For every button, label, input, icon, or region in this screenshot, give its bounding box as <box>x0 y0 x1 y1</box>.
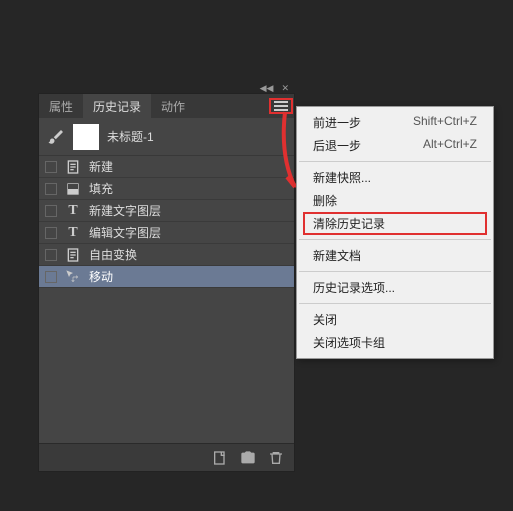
menu-back[interactable]: 后退一步Alt+Ctrl+Z <box>297 134 493 157</box>
history-label: 填充 <box>89 180 113 197</box>
panel-tabs: 属性 历史记录 动作 <box>39 94 294 118</box>
history-checkbox[interactable] <box>45 161 57 173</box>
history-row[interactable]: 新建 <box>39 156 294 178</box>
menu-new-document[interactable]: 新建文档 <box>297 244 493 267</box>
camera-icon[interactable] <box>240 450 256 466</box>
history-label: 自由变换 <box>89 246 137 263</box>
menu-forward[interactable]: 前进一步Shift+Ctrl+Z <box>297 111 493 134</box>
text-icon: T <box>65 225 81 241</box>
text-icon: T <box>65 203 81 219</box>
new-doc-icon[interactable] <box>212 450 228 466</box>
history-row[interactable]: T 编辑文字图层 <box>39 222 294 244</box>
history-checkbox[interactable] <box>45 205 57 217</box>
history-checkbox[interactable] <box>45 271 57 283</box>
document-thumbnail <box>73 124 99 150</box>
history-panel: 属性 历史记录 动作 未标题-1 新建填充 T 新建文字图层 T 编辑文字图层自由变换移… <box>38 93 295 472</box>
menu-snapshot[interactable]: 新建快照... <box>297 166 493 189</box>
move-icon <box>65 269 81 285</box>
tab-actions[interactable]: 动作 <box>151 94 195 118</box>
collapse-icon[interactable]: ◀◀ <box>260 83 274 94</box>
brush-icon <box>47 128 65 146</box>
menu-close[interactable]: 关闭 <box>297 308 493 331</box>
tab-properties[interactable]: 属性 <box>39 94 83 118</box>
panel-collapse-bar: ◀◀ ✕ <box>38 83 295 93</box>
history-label: 新建文字图层 <box>89 202 161 219</box>
history-checkbox[interactable] <box>45 249 57 261</box>
history-row[interactable]: T 新建文字图层 <box>39 200 294 222</box>
menu-history-options[interactable]: 历史记录选项... <box>297 276 493 299</box>
menu-delete[interactable]: 删除 <box>297 189 493 212</box>
trash-icon[interactable] <box>268 450 284 466</box>
document-title: 未标题-1 <box>107 128 154 145</box>
fill-icon <box>65 181 81 197</box>
tab-history[interactable]: 历史记录 <box>83 94 151 118</box>
menu-clear-history[interactable]: 清除历史记录 <box>303 212 487 235</box>
history-row[interactable]: 移动 <box>39 266 294 288</box>
history-label: 新建 <box>89 158 113 175</box>
history-checkbox[interactable] <box>45 183 57 195</box>
close-icon[interactable]: ✕ <box>281 83 289 94</box>
context-menu: 前进一步Shift+Ctrl+Z 后退一步Alt+Ctrl+Z 新建快照... … <box>296 106 494 359</box>
history-row[interactable]: 填充 <box>39 178 294 200</box>
history-checkbox[interactable] <box>45 227 57 239</box>
panel-menu-button[interactable] <box>268 94 294 118</box>
history-label: 编辑文字图层 <box>89 224 161 241</box>
history-row[interactable]: 自由变换 <box>39 244 294 266</box>
doc-icon <box>65 159 81 175</box>
history-list: 新建填充 T 新建文字图层 T 编辑文字图层自由变换移动 <box>39 156 294 443</box>
doc-icon <box>65 247 81 263</box>
menu-close-tab-group[interactable]: 关闭选项卡组 <box>297 331 493 354</box>
document-row[interactable]: 未标题-1 <box>39 118 294 156</box>
panel-footer <box>39 443 294 471</box>
history-label: 移动 <box>89 268 113 285</box>
